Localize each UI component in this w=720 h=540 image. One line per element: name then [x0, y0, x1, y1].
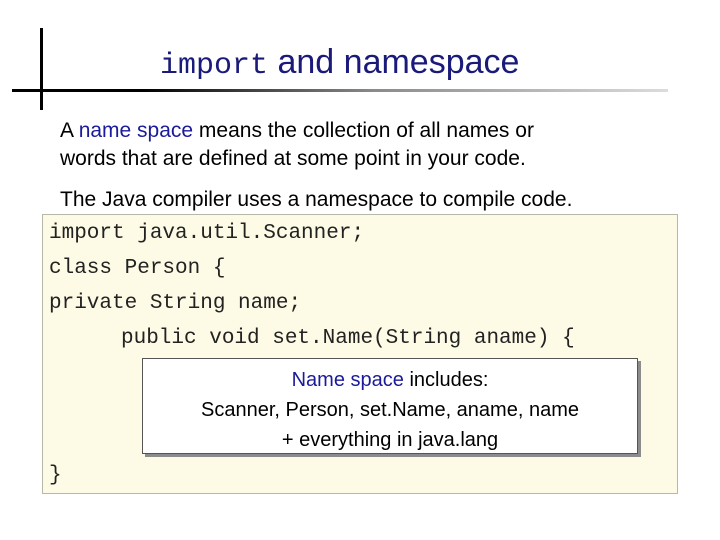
decorative-horizontal-line — [12, 89, 668, 92]
paragraph1-highlight: name space — [78, 119, 194, 142]
callout-highlight: Name space — [291, 369, 404, 391]
code-line-field: private String name; — [49, 292, 302, 315]
callout-line1: Name space includes: — [143, 365, 637, 395]
paragraph2-text: The Java compiler uses a namespace to co… — [60, 188, 573, 211]
code-line-import: import java.util.Scanner; — [49, 222, 365, 245]
title-keyword: import — [160, 49, 269, 83]
callout-line2: Scanner, Person, set.Name, aname, name — [201, 399, 579, 421]
code-line-class: class Person { — [49, 257, 226, 280]
paragraph-compiler: The Java compiler uses a namespace to co… — [60, 186, 572, 214]
code-line-method: public void set.Name(String aname) { — [121, 327, 575, 350]
callout-line1-rest: includes: — [403, 369, 489, 391]
decorative-vertical-line — [40, 28, 43, 110]
slide-title: import and namespace — [160, 42, 519, 86]
paragraph1-line2: words that are defined at some point in … — [60, 147, 526, 170]
paragraph1-prefix: A — [60, 119, 79, 142]
paragraph-namespace-definition: A name space means the collection of all… — [60, 117, 534, 173]
callout-line3: + everything in java.lang — [281, 429, 499, 451]
title-rest: and namespace — [277, 43, 520, 81]
paragraph1-line1-rest: means the collection of all names or — [193, 119, 534, 142]
code-line-closing-brace: } — [49, 464, 62, 487]
namespace-callout: Name space includes: Scanner, Person, se… — [142, 358, 638, 454]
